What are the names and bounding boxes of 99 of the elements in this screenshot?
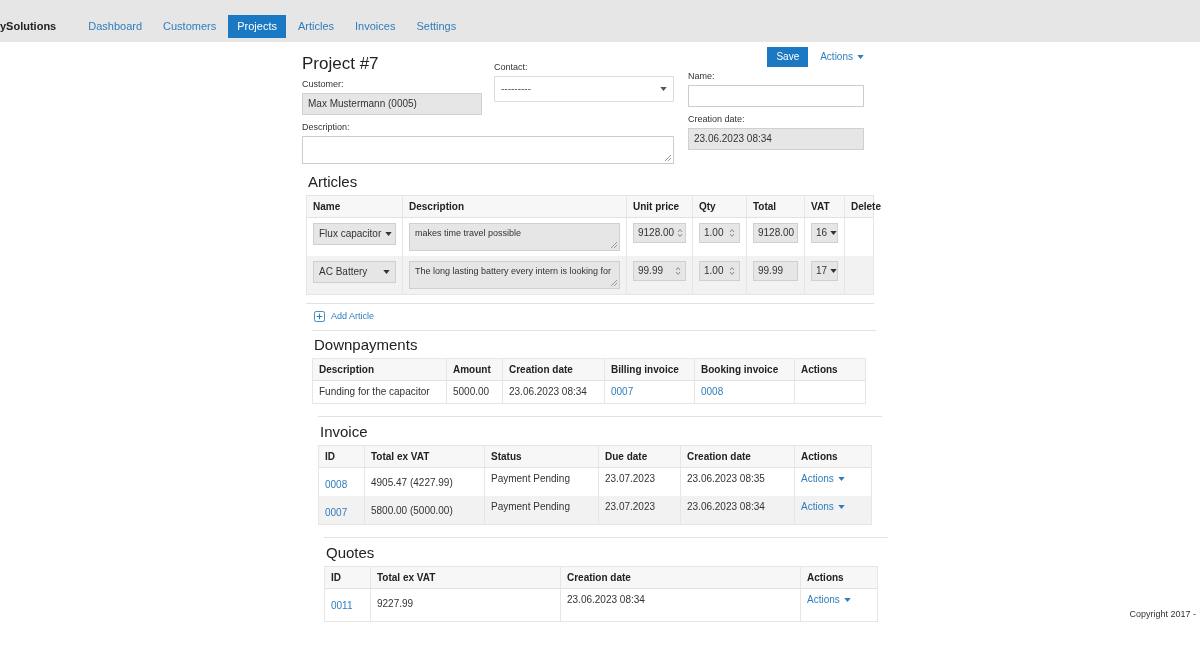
table-cell: 23.07.2023 — [605, 473, 656, 484]
total-field[interactable]: 99.99 — [753, 261, 798, 281]
column-header: Booking invoice — [701, 364, 779, 376]
unit-price-field[interactable]: 99.99 — [633, 261, 686, 281]
invoice-link[interactable]: 0007 — [611, 386, 634, 397]
table-cell: 9227.99 — [377, 598, 414, 609]
column-header: Total ex VAT — [377, 572, 436, 584]
spin-arrows-icon — [675, 266, 681, 276]
spin-arrows-icon — [729, 228, 735, 238]
table-cell: 5800.00 (5000.00) — [371, 505, 453, 516]
description-field[interactable] — [302, 136, 674, 164]
field-label: Customer: — [302, 79, 344, 90]
save-button[interactable]: Save — [767, 47, 809, 67]
name-field[interactable] — [688, 85, 864, 107]
caret-icon — [843, 598, 851, 602]
creation-date-field[interactable]: 23.06.2023 08:34 — [688, 128, 864, 150]
column-header: Unit price — [633, 201, 680, 213]
caret-icon — [660, 87, 667, 91]
contact-select[interactable]: --------- — [494, 76, 674, 102]
table-cell: Funding for the capacitor — [319, 386, 430, 397]
table-cell: Payment Pending — [491, 501, 570, 512]
column-header: Due date — [605, 451, 648, 463]
table-cell: 23.06.2023 08:34 — [509, 386, 587, 397]
section-title: Articles — [308, 172, 358, 192]
quantity-field[interactable]: 1.00 — [699, 223, 740, 243]
invoice-link[interactable]: 0008 — [701, 386, 724, 397]
caret-icon — [857, 55, 864, 59]
table-cell: 5000.00 — [453, 386, 490, 397]
unit-price-field[interactable]: 9128.00 — [633, 223, 686, 243]
caret-icon — [837, 505, 845, 509]
column-header: Creation date — [509, 364, 573, 376]
spin-arrows-icon — [677, 228, 684, 238]
plus-square-icon — [314, 311, 325, 322]
vat-select[interactable]: 17 — [811, 261, 838, 281]
caret-icon — [830, 269, 838, 273]
resize-grip-icon[interactable] — [611, 280, 617, 286]
brand-name[interactable]: ySolutions — [0, 20, 57, 33]
column-header: Description — [319, 364, 374, 376]
nav-link[interactable]: Articles — [289, 15, 344, 38]
quantity-field[interactable]: 1.00 — [699, 261, 740, 281]
page-title: Project #7 — [302, 54, 379, 74]
caret-icon — [837, 477, 845, 481]
resize-grip-icon[interactable] — [611, 242, 617, 248]
column-header: Billing invoice — [611, 364, 679, 376]
invoice-link[interactable]: 0007 — [325, 507, 348, 518]
total-field[interactable]: 9128.00 — [753, 223, 798, 243]
column-header: Delete — [851, 201, 881, 213]
section-title: Downpayments — [314, 335, 418, 355]
column-header: Total — [753, 201, 777, 213]
article-description-field[interactable]: makes time travel possible — [409, 223, 620, 251]
nav-link[interactable]: Settings — [407, 15, 466, 38]
column-header: Creation date — [567, 572, 631, 584]
column-header: Description — [409, 201, 464, 213]
nav-link[interactable]: Dashboard — [79, 15, 152, 38]
section-title: Invoice — [320, 422, 368, 442]
caret-icon — [385, 232, 393, 236]
field-label: Creation date: — [688, 114, 745, 125]
caret-icon — [830, 231, 838, 235]
article-select[interactable]: AC Battery — [313, 261, 396, 283]
section-title: Quotes — [326, 543, 375, 563]
invoice-link[interactable]: 0008 — [325, 479, 348, 490]
field-label: Description: — [302, 122, 350, 133]
resize-grip-icon[interactable] — [665, 155, 671, 161]
column-header: Amount — [453, 364, 491, 376]
column-header: ID — [331, 572, 341, 584]
article-select[interactable]: Flux capacitor — [313, 223, 396, 245]
column-header: Actions — [807, 572, 844, 584]
column-header: ID — [325, 451, 335, 463]
column-header: Qty — [699, 201, 716, 213]
customer-field[interactable]: Max Mustermann (0005) — [302, 93, 482, 115]
column-header: Creation date — [687, 451, 751, 463]
field-label: Contact: — [494, 62, 528, 73]
column-header: Name — [313, 201, 341, 213]
copyright-text: Copyright 2017 - — [1129, 609, 1196, 620]
actions-menu[interactable]: Actions — [820, 51, 864, 63]
table-cell: 23.06.2023 08:35 — [687, 473, 765, 484]
actions-menu[interactable]: Actions — [801, 501, 845, 513]
column-header: VAT — [811, 201, 830, 213]
add-article-link[interactable]: Add Article — [314, 311, 375, 322]
actions-menu[interactable]: Actions — [801, 473, 845, 485]
nav-link[interactable]: Invoices — [346, 15, 405, 38]
column-header: Total ex VAT — [371, 451, 430, 463]
caret-icon — [383, 270, 390, 274]
table-cell: 23.06.2023 08:34 — [567, 594, 645, 605]
article-description-field[interactable]: The long lasting battery every intern is looking for — [409, 261, 620, 289]
nav-link[interactable]: Projects — [228, 15, 286, 38]
nav-link[interactable]: Customers — [154, 15, 226, 38]
spin-arrows-icon — [729, 266, 735, 276]
table-cell: 23.06.2023 08:34 — [687, 501, 765, 512]
vat-select[interactable]: 16 — [811, 223, 838, 243]
field-label: Name: — [688, 71, 715, 82]
table-cell: 4905.47 (4227.99) — [371, 477, 453, 488]
column-header: Actions — [801, 364, 838, 376]
column-header: Actions — [801, 451, 838, 463]
table-cell: 23.07.2023 — [605, 501, 656, 512]
quote-link[interactable]: 0011 — [331, 600, 353, 611]
actions-menu[interactable]: Actions — [807, 594, 851, 606]
table-cell: Payment Pending — [491, 473, 570, 484]
column-header: Status — [491, 451, 522, 463]
